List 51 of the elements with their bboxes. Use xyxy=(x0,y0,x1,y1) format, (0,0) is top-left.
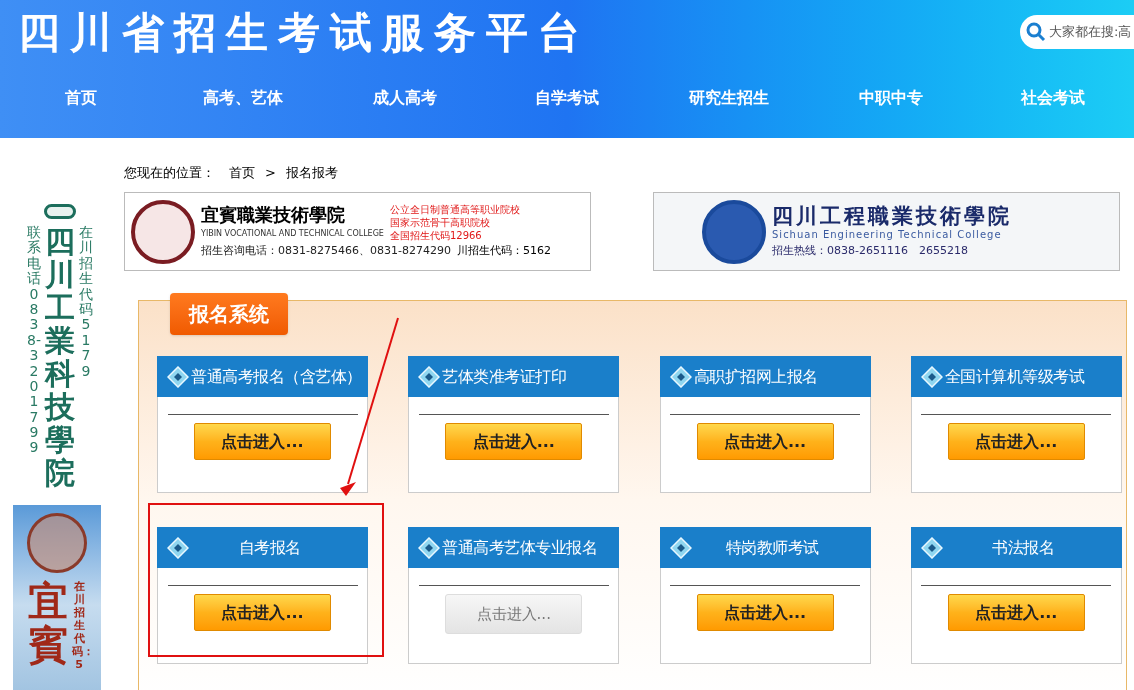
search-bar[interactable]: 大家都在搜:高 xyxy=(1020,15,1134,49)
diamond-icon xyxy=(669,536,692,559)
ad-text: 四川工業科技學院 xyxy=(45,225,75,489)
card-title: 普通高考艺体专业报名 xyxy=(442,536,598,559)
admission-code: 川招生代码：5162 xyxy=(456,242,551,259)
card-title: 高职扩招网上报名 xyxy=(693,365,818,388)
ad-text: 宜賓 xyxy=(28,579,68,667)
card-title: 自考报名 xyxy=(237,536,302,559)
breadcrumb-link[interactable]: 首页 xyxy=(229,163,255,183)
enter-button[interactable]: 点击进入... xyxy=(445,423,583,460)
university-emblem-icon xyxy=(27,513,87,573)
enter-button[interactable]: 点击进入... xyxy=(696,423,834,460)
nav-link[interactable]: 成人高考 xyxy=(324,84,486,112)
ad-text: 联系电话0838-3201799 xyxy=(27,225,41,456)
college-name: 宜賓職業技術學院 xyxy=(201,203,346,227)
diamond-icon xyxy=(167,536,189,559)
site-title: 四川省招生考试服务平台 xyxy=(18,8,590,58)
college-banner[interactable]: 四川工程職業技術學院 Sichuan Engineering Technical College 招生热线：0838-2651116 2655218 xyxy=(653,192,1120,271)
contact-phone: 招生咨询电话：0831-8275466、0831-8274290 xyxy=(201,243,451,259)
diamond-icon xyxy=(418,536,441,559)
college-note: 公立全日制普通高等职业院校 xyxy=(389,203,520,216)
search-field[interactable]: 大家都在搜:高 xyxy=(1049,22,1131,42)
diamond-icon xyxy=(920,536,943,559)
card-title: 艺体类准考证打印 xyxy=(442,365,567,388)
college-english-name: YIBIN VOCATIONAL AND TECHNICAL COLLEGE xyxy=(201,228,384,240)
card-title: 书法报名 xyxy=(991,536,1056,559)
card-title: 全国计算机等级考试 xyxy=(944,365,1085,388)
college-name: 四川工程職業技術學院 xyxy=(772,203,1012,228)
breadcrumb-link[interactable]: 报名报考 xyxy=(285,163,338,183)
enter-button[interactable]: 点击进入... xyxy=(947,594,1085,631)
college-note: 国家示范骨干高职院校 xyxy=(389,216,491,229)
enter-button[interactable]: 点击进入... xyxy=(194,423,331,460)
card-title: 普通高考报名（含艺体） xyxy=(191,365,362,388)
breadcrumb-label: 您现在的位置： xyxy=(124,164,215,183)
enter-button[interactable]: 点击进入... xyxy=(947,423,1085,460)
contact-phone: 招生热线：0838-2651116 2655218 xyxy=(772,242,968,259)
college-banner[interactable]: 宜賓職業技術學院 YIBIN VOCATIONAL AND TECHNICAL COLLEGE 公立全日制普通高等职业院校 国家示范骨干高职院校 全国招生代码12966 招生咨询电话：0831-8275466、0831-8274290 川招生代码：5162 xyxy=(124,192,591,271)
diamond-icon xyxy=(669,365,692,388)
enter-button[interactable]: 点击进入... xyxy=(194,594,331,631)
college-note: 全国招生代码12966 xyxy=(389,229,483,242)
ad-text: 在川招生代码5179 xyxy=(79,225,93,379)
breadcrumb-separator: > xyxy=(265,164,276,183)
search-icon xyxy=(1026,22,1046,42)
diamond-icon xyxy=(920,365,943,388)
diamond-icon xyxy=(418,365,441,388)
nav-link[interactable]: 高考、艺体 xyxy=(162,84,324,112)
college-english-name: Sichuan Engineering Technical College xyxy=(772,227,1003,242)
nav-link[interactable]: 自学考试 xyxy=(486,84,648,112)
enter-button[interactable]: 点击进入... xyxy=(696,594,834,631)
card-title: 特岗教师考试 xyxy=(724,536,820,559)
diamond-icon xyxy=(167,365,189,388)
